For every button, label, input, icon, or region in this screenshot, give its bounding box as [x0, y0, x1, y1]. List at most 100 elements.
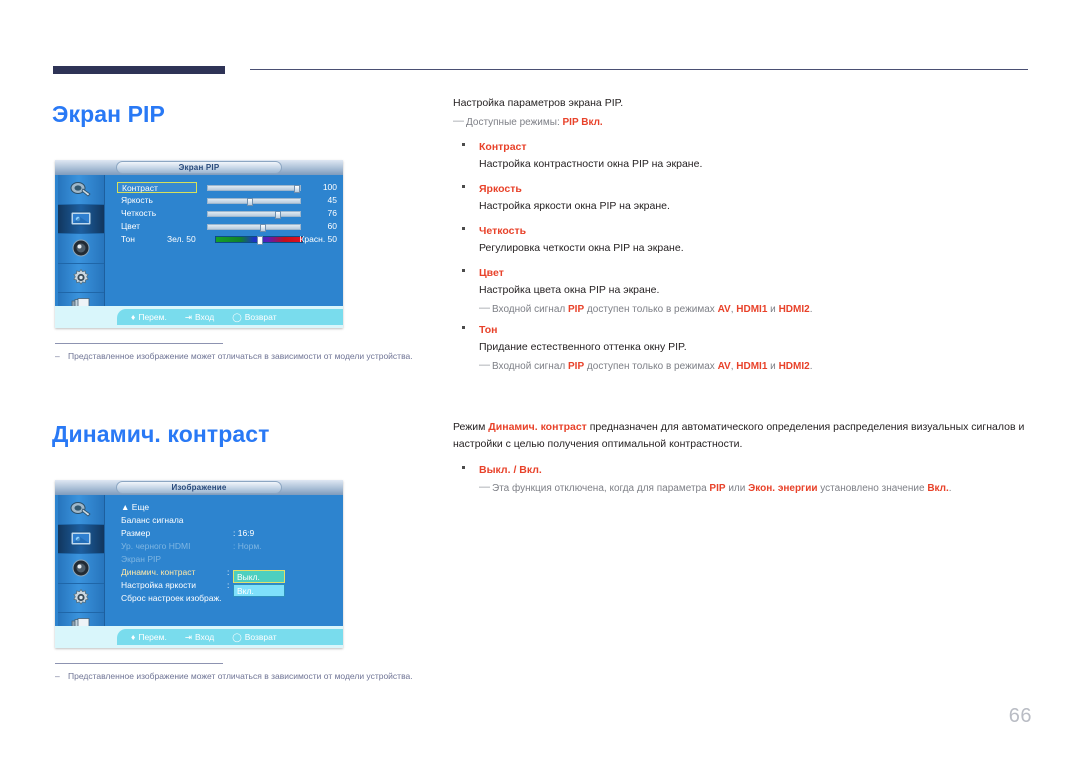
- osd-row-label: Динамич. контраст: [121, 567, 196, 577]
- description-dynamic-contrast: Режим Динамич. контраст предназначен для…: [453, 419, 1033, 497]
- osd-row-label: Четкость: [121, 208, 157, 218]
- pip-input-note-color: — Входной сигнал PIP доступен только в р…: [479, 302, 1033, 318]
- osd-row-more[interactable]: ▲ Еще: [117, 501, 341, 514]
- osd-slider-color[interactable]: [207, 224, 301, 232]
- note-highlight: Вкл.: [927, 483, 949, 494]
- dash-icon: –: [55, 671, 60, 681]
- footnote-text: Представленное изображение может отличат…: [68, 351, 413, 361]
- osd-row-label: ▲ Еще: [121, 501, 149, 514]
- setup-gear-icon[interactable]: [58, 584, 104, 613]
- osd-row-label: Ур. черного HDMI: [121, 541, 191, 551]
- osd-row-dynamic-contrast[interactable]: Динамич. контраст :: [117, 566, 341, 579]
- note-highlight: PIP: [568, 361, 585, 372]
- osd-row-color[interactable]: Цвет 60: [117, 220, 341, 233]
- input-source-icon[interactable]: [58, 495, 104, 525]
- osd-nav-move[interactable]: ♦ Перем.: [131, 632, 167, 642]
- note-text: Эта функция отключена, когда для парамет…: [492, 483, 710, 494]
- osd-row-pip-screen[interactable]: Экран PIP: [117, 553, 341, 566]
- slider-knob[interactable]: [294, 185, 300, 193]
- osd-row-colon: :: [227, 580, 230, 590]
- note-highlight: HDMI2: [778, 304, 810, 315]
- osd-row-tint[interactable]: Тон Зел. 50 Красн. 50: [117, 233, 341, 246]
- osd-row-brightness[interactable]: Яркость 45: [117, 194, 341, 207]
- slider-knob[interactable]: [257, 236, 263, 245]
- osd-row-label: Баланс сигнала: [121, 515, 184, 525]
- dropdown-option-off[interactable]: Выкл.: [233, 570, 285, 583]
- osd-row-picture-reset[interactable]: Сброс настроек изображ.: [117, 592, 341, 605]
- paragraph-highlight: Динамич. контраст: [488, 421, 587, 433]
- dash-icon: –: [55, 351, 60, 361]
- slider-knob[interactable]: [275, 211, 281, 219]
- osd-row-label: Тон: [121, 234, 135, 244]
- pip-item-contrast: Контраст Настройка контрастности окна PI…: [453, 139, 1033, 173]
- return-icon: ◯: [232, 311, 242, 322]
- bullet-icon: [462, 269, 465, 272]
- page-number: 66: [1008, 705, 1032, 727]
- osd-navigation-bar: ♦ Перем. ⇥ Вход ◯ Возврат: [55, 306, 343, 328]
- item-description: Придание естественного оттенка окну PIP.: [479, 341, 687, 353]
- section-title-pip: Экран PIP: [52, 101, 165, 127]
- osd-row-contrast[interactable]: Контраст 100: [117, 181, 341, 194]
- osd-row-sharpness[interactable]: Четкость 76: [117, 207, 341, 220]
- osd-row-label: Цвет: [121, 221, 141, 231]
- header-rule: [250, 69, 1028, 70]
- osd-row-value: 100: [322, 182, 337, 192]
- osd-nav-enter[interactable]: ⇥ Вход: [185, 632, 214, 643]
- sound-icon[interactable]: [58, 234, 104, 264]
- picture-icon[interactable]: [58, 204, 104, 234]
- osd-row-size[interactable]: Размер : 16:9: [117, 527, 341, 540]
- note-text: установлено значение: [817, 483, 928, 494]
- osd-screenshot-picture: Изображение ▲ Еще Баланс сигнала Размер …: [55, 480, 343, 648]
- slider-knob[interactable]: [247, 198, 253, 206]
- note-text: или: [725, 483, 749, 494]
- osd-slider-brightness[interactable]: [207, 198, 301, 206]
- osd-row-signal-balance[interactable]: Баланс сигнала: [117, 514, 341, 527]
- slider-knob[interactable]: [260, 224, 266, 232]
- osd-icon-column: [58, 495, 105, 643]
- osd-slider-tint[interactable]: [215, 236, 303, 245]
- osd-row-value: : 16:9: [233, 528, 255, 538]
- osd-row-label: Яркость: [121, 195, 153, 205]
- note-text: .: [809, 304, 813, 315]
- setup-gear-icon[interactable]: [58, 264, 104, 293]
- osd-row-hdmi-black-level[interactable]: Ур. черного HDMI : Норм.: [117, 540, 341, 553]
- picture-icon[interactable]: [58, 524, 104, 554]
- note-highlight: HDMI2: [778, 361, 810, 372]
- sound-icon[interactable]: [58, 554, 104, 584]
- note-text: и: [767, 361, 779, 372]
- paragraph-text: Режим: [453, 421, 489, 433]
- osd-row-label-text: Еще: [131, 502, 150, 512]
- osd-nav-return[interactable]: ◯ Возврат: [232, 312, 276, 323]
- item-title: Цвет: [479, 267, 504, 279]
- osd-slider-contrast[interactable]: [207, 185, 301, 193]
- osd-row-brightness-sensor[interactable]: Настройка яркости :: [117, 579, 341, 592]
- osd-nav-label: Вход: [194, 632, 215, 642]
- osd-nav-return[interactable]: ◯ Возврат: [232, 632, 276, 643]
- osd-row-label: Настройка яркости: [121, 580, 196, 590]
- footnote-dynamic-contrast: – Представленное изображение может отлич…: [55, 670, 425, 683]
- section-title-dynamic-contrast: Динамич. контраст: [52, 421, 270, 447]
- osd-slider-sharpness[interactable]: [207, 211, 301, 219]
- note-highlight: PIP: [568, 304, 585, 315]
- bullet-icon: [462, 185, 465, 188]
- dash-icon: —: [479, 481, 490, 493]
- pip-item-sharpness: Четкость Регулировка четкости окна PIP н…: [453, 223, 1033, 257]
- bullet-icon: [462, 326, 465, 329]
- osd-row-label: Контраст: [117, 182, 197, 193]
- note-text: .: [809, 361, 813, 372]
- input-source-icon[interactable]: [58, 175, 104, 205]
- dropdown-option-on[interactable]: Вкл.: [233, 584, 285, 597]
- osd-nav-enter[interactable]: ⇥ Вход: [185, 312, 214, 323]
- tint-red-value: Красн. 50: [299, 234, 337, 244]
- description-pip: Настройка параметров экрана PIP. — Досту…: [453, 95, 1033, 375]
- osd-nav-move[interactable]: ♦ Перем.: [131, 312, 167, 322]
- note-text: Входной сигнал: [492, 304, 569, 315]
- note-highlight: HDMI1: [736, 304, 768, 315]
- pip-item-brightness: Яркость Настройка яркости окна PIP на эк…: [453, 181, 1033, 215]
- note-text: доступен только в режимах: [584, 361, 718, 372]
- enter-icon: ⇥: [184, 631, 192, 642]
- item-description: Настройка цвета окна PIP на экране.: [479, 284, 660, 296]
- note-highlight: Экон. энергии: [748, 483, 818, 494]
- osd-row-colon: :: [227, 567, 230, 577]
- item-description: Регулировка четкости окна PIP на экране.: [479, 242, 684, 254]
